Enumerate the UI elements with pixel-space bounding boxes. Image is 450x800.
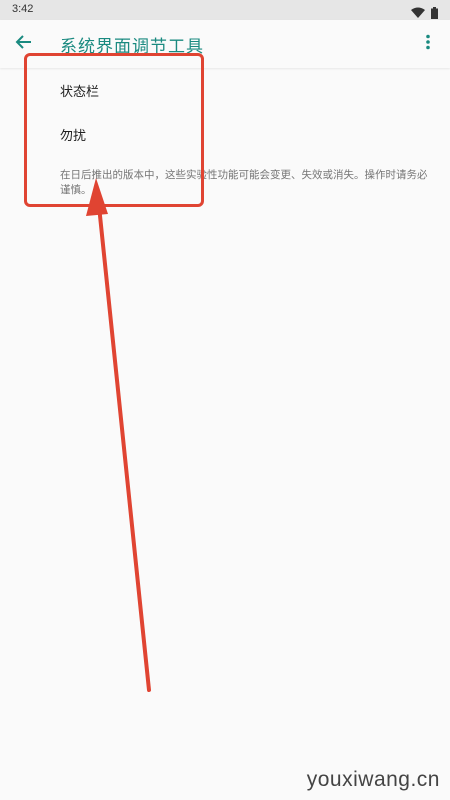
annotation-highlight-box <box>24 53 204 207</box>
arrow-back-icon <box>14 34 32 54</box>
watermark: youxiwang.cn <box>306 768 440 791</box>
status-time: 3:42 <box>12 3 34 15</box>
status-bar: 3:42 <box>0 0 450 20</box>
more-vert-icon <box>425 34 431 54</box>
settings-screen: 3:42 系统界面调节工具 状态栏 勿扰 在日后推出的版本中，这些实验性功能可能… <box>0 0 450 800</box>
overflow-menu-button[interactable] <box>416 32 440 56</box>
